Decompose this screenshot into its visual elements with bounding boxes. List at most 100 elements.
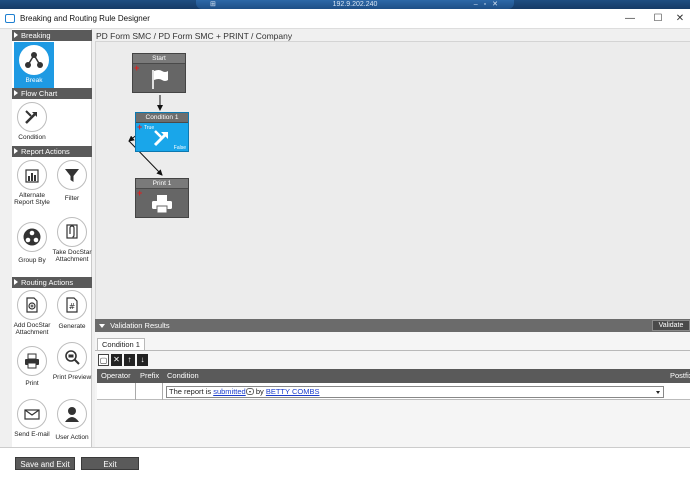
delete-rule-button[interactable]: ✕ (111, 354, 122, 366)
add-icon[interactable]: + (134, 64, 139, 73)
table-row[interactable]: The report is submitted by BETTY COMBS (97, 383, 690, 400)
chevron-down-icon[interactable] (656, 391, 660, 394)
tool-label: Filter (64, 195, 80, 202)
minimize-button[interactable]: — (616, 11, 644, 27)
tool-user-action[interactable]: User Action (52, 399, 92, 441)
node-start[interactable]: Start + (132, 53, 186, 93)
flag-icon (152, 69, 168, 89)
app-icon (5, 14, 15, 23)
save-and-exit-button[interactable]: Save and Exit (15, 457, 75, 470)
tool-label: User Action (55, 434, 89, 441)
tool-label: Generate (58, 323, 86, 330)
attachment-icon (57, 217, 87, 247)
tool-print-preview[interactable]: Print Preview (52, 342, 92, 381)
tool-send-email[interactable]: Send E-mail (12, 399, 52, 438)
tool-label: Print Preview (52, 374, 92, 381)
add-icon[interactable]: + (137, 189, 142, 198)
tool-generate[interactable]: # Generate (52, 290, 92, 330)
remote-window-controls[interactable]: –▫✕ (474, 0, 504, 9)
node-title: Condition 1 (136, 113, 188, 123)
node-title: Print 1 (136, 179, 188, 189)
section-header-report-actions[interactable]: Report Actions (12, 146, 92, 157)
tool-add-docstar-attachment[interactable]: Add DocStar Attachment (12, 290, 52, 336)
remote-address: 192.9.202.240 (332, 1, 378, 8)
break-icon (19, 45, 49, 75)
node-condition-1[interactable]: Condition 1 + True False (135, 112, 189, 152)
user-icon (57, 399, 87, 429)
printer-icon (152, 194, 172, 213)
section-title: Flow Chart (21, 89, 58, 98)
tool-label: Send E-mail (14, 431, 50, 438)
pin-icon[interactable]: ⊞ (210, 0, 216, 9)
tool-label: Add DocStar Attachment (13, 322, 51, 336)
print-preview-icon (57, 342, 87, 372)
email-icon (17, 399, 47, 429)
tool-label: Print (25, 380, 39, 387)
filter-icon (57, 160, 87, 190)
tool-condition[interactable]: Condition (12, 102, 52, 141)
add-attachment-icon (17, 290, 47, 320)
rule-toolbar: ▢ ✕ ↑ ↓ (98, 354, 148, 366)
true-branch-label: True (144, 125, 155, 131)
tool-print[interactable]: Print (12, 346, 52, 387)
rule-table-header: Operator Prefix Condition Postfix (97, 369, 690, 383)
chart-icon (17, 160, 47, 190)
printer-icon (17, 346, 47, 376)
tool-label: Condition (18, 134, 46, 141)
exit-button[interactable]: Exit (81, 457, 139, 470)
tool-break[interactable]: Break (14, 42, 54, 88)
false-branch-label: False (173, 145, 186, 151)
tool-filter[interactable]: Filter (52, 160, 92, 202)
validate-button[interactable]: Validate (652, 320, 690, 331)
column-header-prefix: Prefix (140, 371, 160, 380)
new-rule-button[interactable]: ▢ (98, 354, 109, 366)
section-title: Routing Actions (21, 278, 74, 287)
tool-label: Break (25, 77, 43, 84)
tool-alternate-report-style[interactable]: Alternate Report Style (12, 160, 52, 206)
validation-results-header[interactable]: Validation Results Validate (95, 319, 690, 332)
condition-text: The report is (169, 387, 212, 396)
collapse-icon[interactable] (99, 324, 105, 328)
remote-session-strip: ⊞ 192.9.202.240 –▫✕ (0, 0, 690, 9)
tool-take-docstar-attachment[interactable]: Take DocStar Attachment (52, 217, 92, 263)
condition-link-status[interactable]: submitted (213, 387, 246, 396)
column-header-postfix: Postfix (670, 371, 690, 380)
rule-editor-panel: Condition 1 ▢ ✕ ↑ ↓ Operator Prefix Cond… (95, 332, 690, 447)
remote-connection-bar[interactable]: ⊞ 192.9.202.240 –▫✕ (196, 0, 514, 9)
move-down-button[interactable]: ↓ (137, 354, 148, 366)
operator-cell[interactable] (97, 383, 136, 400)
close-button[interactable]: ✕ (666, 11, 690, 27)
section-header-routing-actions[interactable]: Routing Actions (12, 277, 92, 288)
condition-text: by (255, 387, 264, 396)
group-icon (17, 222, 47, 252)
add-icon[interactable]: + (137, 123, 142, 132)
flow-canvas[interactable]: Start + Condition 1 + True False Print 1… (95, 41, 690, 327)
toolbox-panel: Breaking Break Flow Chart Condition Repo… (12, 29, 92, 447)
tab-divider (95, 350, 690, 351)
section-title: Report Actions (21, 147, 70, 156)
condition-link-user[interactable]: BETTY COMBS (266, 387, 320, 396)
title-bar: Breaking and Routing Rule Designer — ☐ ✕ (0, 9, 690, 29)
svg-text:#: # (69, 302, 76, 311)
section-title: Breaking (21, 31, 51, 40)
section-header-breaking[interactable]: Breaking (12, 30, 92, 41)
node-title: Start (133, 54, 185, 64)
condition-icon (17, 102, 47, 132)
condition-dropdown[interactable]: The report is submitted by BETTY COMBS (166, 386, 664, 398)
condition-icon (153, 129, 168, 146)
prefix-cell[interactable] (136, 383, 163, 400)
column-header-operator: Operator (101, 371, 131, 380)
tool-group-by[interactable]: Group By (12, 222, 52, 264)
app-window: Breaking and Routing Rule Designer — ☐ ✕… (0, 9, 690, 489)
move-up-button[interactable]: ↑ (124, 354, 135, 366)
column-header-condition: Condition (167, 371, 199, 380)
window-title: Breaking and Routing Rule Designer (20, 14, 150, 23)
breadcrumb: PD Form SMC / PD Form SMC + PRINT / Comp… (96, 31, 293, 41)
status-dropdown-icon[interactable] (245, 388, 254, 395)
node-print-1[interactable]: Print 1 + (135, 178, 189, 218)
tool-label: Take DocStar Attachment (52, 249, 92, 263)
generate-icon: # (57, 290, 87, 320)
validation-title: Validation Results (110, 321, 170, 330)
tool-label: Group By (18, 257, 46, 264)
section-header-flow-chart[interactable]: Flow Chart (12, 88, 92, 99)
